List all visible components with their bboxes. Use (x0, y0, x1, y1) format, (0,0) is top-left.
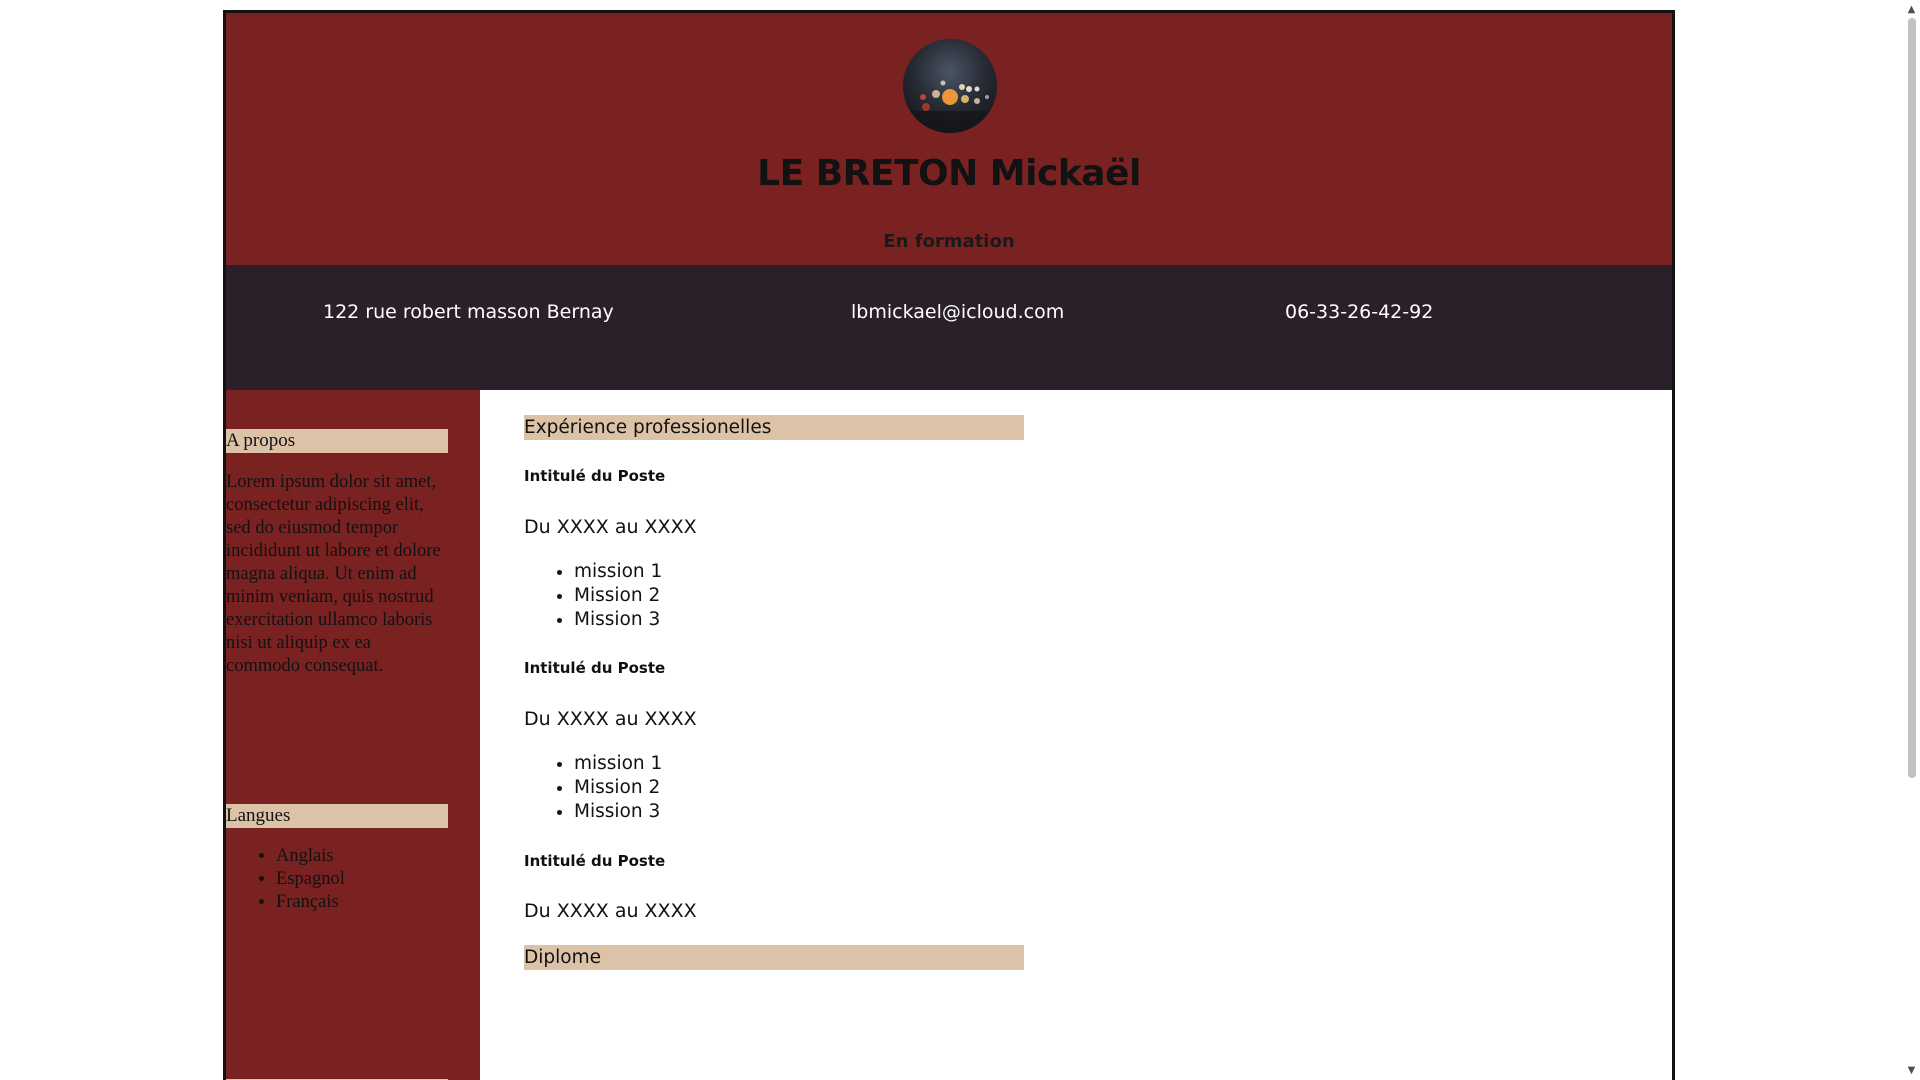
list-item: Mission 2 (574, 584, 662, 608)
job-dates: Du XXXX au XXXX (524, 900, 697, 922)
job-title: Intitulé du Poste (524, 467, 666, 485)
list-item: mission 1 (574, 752, 662, 776)
list-item: Mission 2 (574, 776, 662, 800)
contact-address: 122 rue robert masson Bernay (323, 301, 614, 323)
list-item: Français (276, 891, 345, 914)
missions-list: mission 1 Mission 2 Mission 3 (524, 560, 662, 632)
job-dates: Du XXXX au XXXX (524, 708, 697, 730)
contact-phone: 06-33-26-42-92 (1285, 301, 1434, 323)
diploma-heading: Diplome (524, 945, 1024, 970)
sidebar: A propos Lorem ipsum dolor sit amet, con… (226, 390, 480, 1080)
languages-list: Anglais Espagnol Français (226, 845, 345, 914)
experience-heading: Expérience professionelles (524, 415, 1024, 440)
candidate-status: En formation (883, 231, 1015, 252)
profile-photo-icon (903, 39, 997, 133)
chevron-up-icon[interactable]: ▲ (1906, 4, 1917, 15)
chevron-down-icon[interactable]: ▼ (1906, 1065, 1917, 1076)
about-heading: A propos (226, 429, 448, 453)
cv-page: LE BRETON Mickaël En formation 122 rue r… (223, 10, 1675, 1080)
main-content: Expérience professionelles Intitulé du P… (480, 390, 1672, 1080)
avatar (903, 39, 997, 133)
list-item: Anglais (276, 845, 345, 868)
list-item: Mission 3 (574, 608, 662, 632)
scrollbar-thumb[interactable] (1908, 18, 1916, 778)
candidate-name: LE BRETON Mickaël (757, 153, 1141, 194)
job-dates: Du XXXX au XXXX (524, 516, 697, 538)
contact-email: lbmickael@icloud.com (851, 301, 1065, 323)
contact-bar: 122 rue robert masson Bernay lbmickael@i… (226, 265, 1672, 390)
list-item: Mission 3 (574, 800, 662, 824)
about-text: Lorem ipsum dolor sit amet, consectetur … (226, 472, 441, 676)
job-title: Intitulé du Poste (524, 659, 666, 677)
page-scrollbar[interactable]: ▲ ▼ (1903, 0, 1920, 1080)
list-item: mission 1 (574, 560, 662, 584)
missions-list: mission 1 Mission 2 Mission 3 (524, 752, 662, 824)
languages-heading: Langues (226, 804, 448, 828)
list-item: Espagnol (276, 868, 345, 891)
job-title: Intitulé du Poste (524, 852, 666, 870)
cv-header: LE BRETON Mickaël En formation (226, 13, 1672, 265)
